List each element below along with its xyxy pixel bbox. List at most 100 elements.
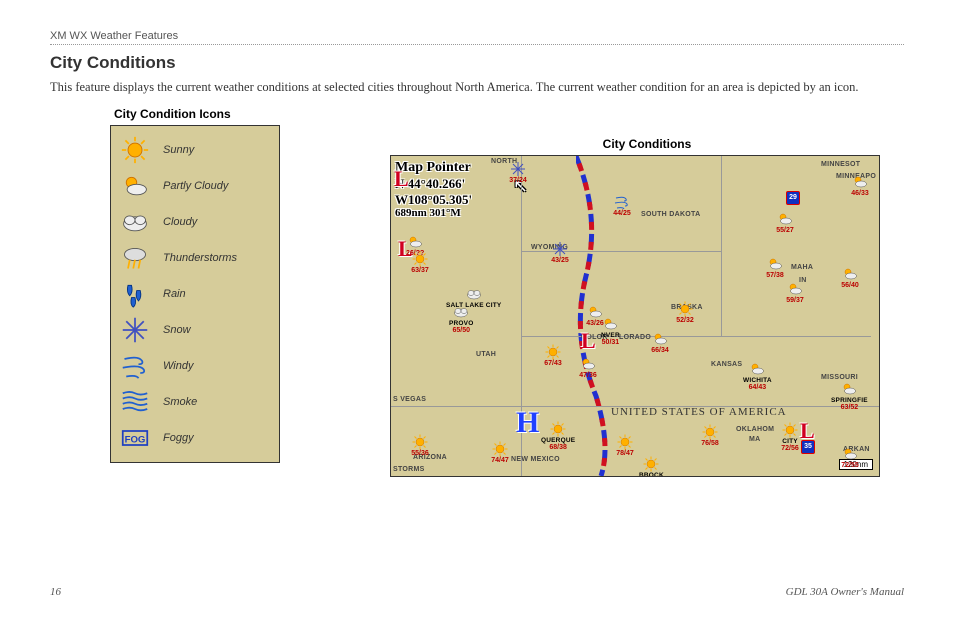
city-marker[interactable]: 67/43 (544, 344, 562, 367)
city-name: CITY (782, 438, 798, 445)
state-label: KANSAS (711, 361, 742, 368)
city-temp: 44/25 (613, 210, 631, 217)
pointer-dist: 689nm 301°M (395, 207, 472, 220)
city-marker[interactable]: NVER50/31 (601, 316, 620, 346)
city-marker[interactable]: 78/47 (616, 434, 634, 457)
city-weather-icon (766, 256, 784, 272)
city-weather-icon (551, 241, 569, 257)
city-marker[interactable]: CITY72/56 (781, 422, 799, 452)
city-marker[interactable]: 52/32 (676, 301, 694, 324)
city-name: WICHITA (743, 377, 772, 384)
city-temp: 72/55 (841, 462, 859, 469)
city-temp: 59/37 (786, 297, 804, 304)
city-name: SPRINGFIE (831, 397, 868, 404)
legend-label: Rain (163, 288, 186, 300)
city-weather-icon (601, 316, 619, 332)
city-temp: 72/56 (781, 445, 799, 452)
city-weather-icon (411, 434, 429, 450)
city-name: NVER (601, 332, 620, 339)
city-marker[interactable]: PROVO65/50 (449, 304, 473, 334)
city-weather-icon (406, 234, 424, 250)
city-weather-icon (676, 301, 694, 317)
city-temp: 47/36 (579, 372, 597, 379)
legend-label: Cloudy (163, 216, 197, 228)
city-marker[interactable]: 59/37 (786, 281, 804, 304)
city-weather-icon (411, 251, 429, 267)
city-marker[interactable]: 63/37 (411, 251, 429, 274)
city-marker[interactable]: 43/25 (551, 241, 569, 264)
pressure-low-icon: L (394, 166, 409, 192)
city-temp: 55/27 (776, 227, 794, 234)
legend-label: Snow (163, 324, 191, 336)
city-temp: 43/25 (551, 257, 569, 264)
legend-label: Smoke (163, 396, 197, 408)
state-label: UTAH (476, 351, 496, 358)
city-temp: 37/24 (509, 177, 527, 184)
city-weather-icon (840, 381, 858, 397)
city-temp: 63/52 (841, 404, 859, 411)
state-label: MAHA (791, 264, 813, 271)
city-temp: 46/33 (851, 190, 869, 197)
city-marker[interactable]: 76/58 (701, 424, 719, 447)
city-name: QUERQUE (541, 437, 575, 444)
city-marker[interactable]: 46/33 (851, 174, 869, 197)
city-marker[interactable]: 47/36 (579, 356, 597, 379)
state-label: MISSOURI (821, 374, 858, 381)
city-marker[interactable]: 44/25 (613, 194, 631, 217)
city-temp: 64/43 (749, 384, 767, 391)
state-label: STORMS (393, 466, 425, 473)
city-marker[interactable]: BBOCK (639, 456, 664, 477)
city-temp: 67/43 (544, 360, 562, 367)
page-number: 16 (50, 586, 61, 598)
legend-row: Foggy (119, 420, 271, 456)
city-marker[interactable]: SPRINGFIE63/52 (831, 381, 868, 411)
state-label: OKLAHOM (736, 426, 774, 433)
legend-label: Foggy (163, 432, 194, 444)
city-weather-icon (491, 441, 509, 457)
city-marker[interactable]: 37/24 (509, 161, 527, 184)
city-marker[interactable]: 57/38 (766, 256, 784, 279)
city-weather-icon (616, 434, 634, 450)
state-border (521, 336, 871, 337)
legend-title: City Condition Icons (114, 107, 330, 121)
smoke-icon (119, 388, 151, 416)
sunny-icon (119, 136, 151, 164)
state-label: SOUTH DAKOTA (641, 211, 700, 218)
city-temp: 55/36 (411, 450, 429, 457)
city-marker[interactable]: 55/36 (411, 434, 429, 457)
city-marker[interactable]: 66/34 (651, 331, 669, 354)
city-marker[interactable]: 74/47 (491, 441, 509, 464)
city-weather-icon (786, 281, 804, 297)
foggy-icon (119, 424, 151, 452)
city-temp: 66/34 (651, 347, 669, 354)
country-label: UNITED STATES OF AMERICA (611, 406, 787, 418)
city-weather-icon (851, 174, 869, 190)
city-marker[interactable]: WICHITA64/43 (743, 361, 772, 391)
state-label: LORADO (619, 334, 651, 341)
city-temp: 56/40 (841, 282, 859, 289)
state-label: MINNESOT (821, 161, 860, 168)
city-temp: 63/37 (411, 267, 429, 274)
pressure-low-icon: L (581, 328, 596, 354)
snow-icon (119, 316, 151, 344)
state-label: S VEGAS (393, 396, 426, 403)
city-temp: 76/58 (701, 440, 719, 447)
city-marker[interactable]: 72/55 (841, 446, 859, 469)
page-title: City Conditions (50, 53, 904, 73)
city-marker[interactable]: 56/40 (841, 266, 859, 289)
city-weather-icon (613, 194, 631, 210)
city-marker[interactable]: QUERQUE68/38 (541, 421, 575, 451)
city-name: PROVO (449, 320, 473, 327)
pointer-lon: W108°05.305' (395, 192, 472, 208)
city-name: BBOCK (639, 472, 664, 477)
city-marker[interactable]: 55/27 (776, 211, 794, 234)
legend-label: Sunny (163, 144, 194, 156)
legend-label: Partly Cloudy (163, 180, 228, 192)
city-weather-icon (748, 361, 766, 377)
city-weather-icon (549, 421, 567, 437)
city-weather-icon (465, 286, 483, 302)
city-temp: 74/47 (491, 457, 509, 464)
city-weather-icon (701, 424, 719, 440)
map-display[interactable]: Map Pointer N 44°40.266' W108°05.305' 68… (390, 155, 880, 477)
page-description: This feature displays the current weathe… (50, 79, 904, 97)
